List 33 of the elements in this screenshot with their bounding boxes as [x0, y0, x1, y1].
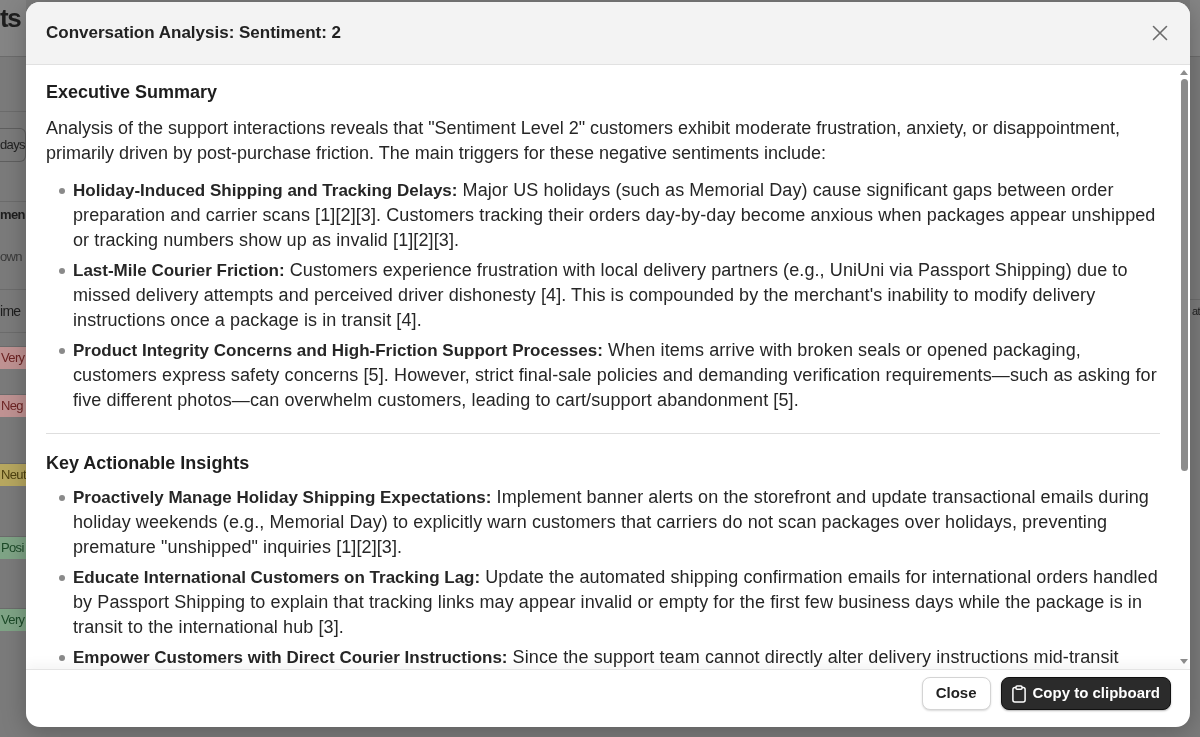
section-heading: Key Actionable Insights [46, 452, 251, 475]
bullet-icon [59, 348, 65, 354]
scroll-up-icon[interactable] [1180, 70, 1188, 75]
copy-button[interactable]: Copy to clipboard [1000, 677, 1171, 710]
scrollbar-thumb[interactable] [1180, 79, 1188, 471]
bullet-icon [59, 268, 65, 274]
column-header: ime [0, 301, 21, 321]
bullet-icon [59, 188, 65, 194]
sentiment-tag: Neg [0, 395, 26, 417]
sentiment-tag: Very [0, 347, 26, 369]
section-title: men [0, 206, 25, 225]
bullet-text: Holiday-Induced Shipping and Tracking Delays: Major US holidays (such as Memorial Day) cause significant gaps between order preparation and carrier scans [1][2][3]. Customers tracking their orders day-by-day become anxious when packages appear unshipped or tracking numbers show up as invalid [1][2][3]. [73, 179, 1157, 252]
bullet-text: Last-Mile Courier Friction: Customers experience frustration with local delivery partners (e.g., UniUni via Passport Shipping) due to missed delivery attempts and perceived driver dishonesty [4]. This is compounded by the merchant's inability to modify delivery instructions once a package is in transit [4]. [73, 259, 1129, 332]
close-button[interactable]: Close [921, 677, 991, 710]
close-icon[interactable] [1152, 25, 1168, 41]
bullet-icon [59, 655, 65, 661]
sentiment-tag: Posi [0, 537, 26, 559]
dialog-title: Conversation Analysis: Sentiment: 2 [46, 22, 342, 45]
intro-paragraph: Analysis of the support interactions reveals that "Sentiment Level 2" customers exhibit moderate frustration, anxiety, or disappointment, primarily driven by post-purchase friction. The main triggers for these negative sentiments include: [46, 117, 1121, 165]
bullet-text: Product Integrity Concerns and High-Friction Support Processes: When items arrive with broken seals or opened packaging, customers express safety concerns [5]. However, strict final-sale policies and demanding verification requirements—such as asking for five different photos—can overwhelm customers, leading to cart/support abandonment [5]. [73, 339, 1158, 412]
sentiment-tag: Neut [0, 464, 26, 486]
bullet-icon [59, 495, 65, 501]
bullet-icon [59, 575, 65, 581]
sentiment-tag: Very [0, 609, 26, 631]
bullet-text: Empower Customers with Direct Courier Instructions: Since the support team cannot directly alter delivery instructions mid-transit [73, 646, 1120, 669]
bullet-text: Educate International Customers on Tracking Lag: Update the automated shipping confirmation emails for international orders handled by Passport Shipping to explain that tracking links may appear invalid or empty for the first few business days while the package is in transit to the international hub [3]. [73, 566, 1159, 639]
section-subtitle: own [0, 248, 22, 267]
clipboard-icon [1011, 684, 1026, 703]
section-heading: Executive Summary [46, 81, 219, 104]
page-title: ts [0, 4, 22, 32]
column-header: at [1191, 303, 1200, 319]
bullet-text: Proactively Manage Holiday Shipping Expectations: Implement banner alerts on the storefront and update transactional emails during holiday weekends (e.g., Memorial Day) to explicitly warn customers that carriers do not scan packages over holidays, preventing premature "unshipped" inquiries [1][2][3]. [73, 486, 1150, 559]
scroll-down-icon[interactable] [1180, 659, 1188, 664]
